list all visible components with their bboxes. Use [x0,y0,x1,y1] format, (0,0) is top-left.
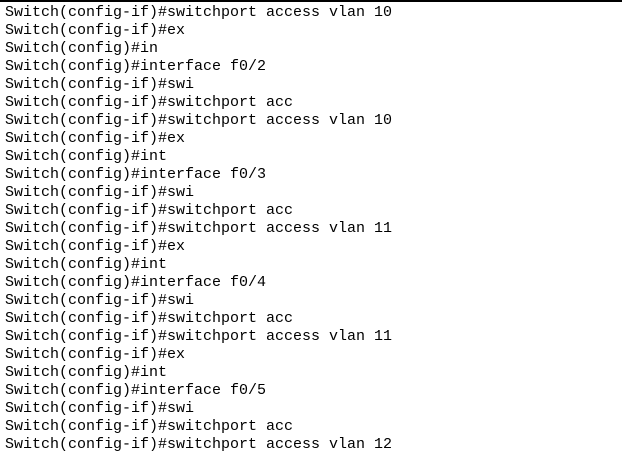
terminal-line: Switch(config)#int [5,256,168,273]
terminal-line: Switch(config-if)#swi [5,184,195,201]
terminal-line: Switch(config-if)#ex [5,22,186,39]
terminal-line: Switch(config)#interface f0/2 [5,58,267,75]
terminal-line: Switch(config-if)#switchport access vlan… [5,436,393,453]
terminal-line: Switch(config-if)#ex [5,130,186,147]
terminal-line: Switch(config)#interface f0/3 [5,166,267,183]
terminal-line: Switch(config)#in [5,40,159,57]
terminal-window[interactable]: Switch(config-if)#switchport access vlan… [0,0,622,454]
top-border [0,0,622,2]
terminal-line: Switch(config)#int [5,364,168,381]
terminal-line: Switch(config-if)#switchport acc [5,418,294,435]
terminal-line: Switch(config)#interface f0/5 [5,382,267,399]
terminal-output[interactable]: Switch(config-if)#switchport access vlan… [5,4,392,454]
terminal-line: Switch(config)#int [5,148,168,165]
terminal-line: Switch(config-if)#ex [5,238,186,255]
terminal-line: Switch(config-if)#switchport access vlan… [5,220,393,237]
terminal-line: Switch(config-if)#switchport acc [5,202,294,219]
terminal-line: Switch(config-if)#switchport acc [5,94,294,111]
terminal-line: Switch(config-if)#switchport acc [5,310,294,327]
terminal-line: Switch(config-if)#swi [5,400,195,417]
terminal-line: Switch(config-if)#switchport access vlan… [5,328,393,345]
terminal-line: Switch(config-if)#ex [5,346,186,363]
terminal-line: Switch(config-if)#swi [5,76,195,93]
terminal-line: Switch(config-if)#switchport access vlan… [5,112,393,129]
terminal-line: Switch(config)#interface f0/4 [5,274,267,291]
terminal-line: Switch(config-if)#switchport access vlan… [5,4,393,21]
terminal-line: Switch(config-if)#swi [5,292,195,309]
